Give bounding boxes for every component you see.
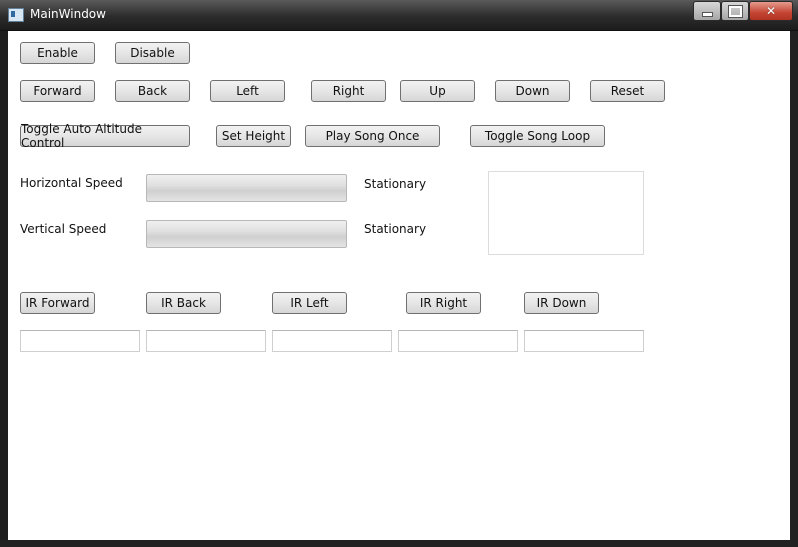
ir-left-button[interactable]: IR Left (272, 292, 347, 314)
main-window: MainWindow ✕ Enable Disable Forward Back… (0, 0, 798, 547)
play-song-once-button[interactable]: Play Song Once (305, 125, 440, 147)
ir-back-field[interactable] (146, 330, 266, 352)
minimize-button[interactable] (693, 1, 721, 21)
ir-right-field[interactable] (398, 330, 518, 352)
up-button[interactable]: Up (400, 80, 475, 102)
toggle-auto-altitude-button[interactable]: Toggle Auto Altitude Control (20, 122, 190, 150)
ir-right-button[interactable]: IR Right (406, 292, 481, 314)
title-bar[interactable]: MainWindow ✕ (0, 0, 798, 31)
forward-button[interactable]: Forward (20, 80, 95, 102)
toggle-song-loop-button[interactable]: Toggle Song Loop (470, 125, 605, 147)
set-height-button[interactable]: Set Height (216, 125, 291, 147)
window-title: MainWindow (30, 7, 106, 21)
vertical-speed-label: Vertical Speed (20, 222, 107, 236)
ir-back-button[interactable]: IR Back (146, 292, 221, 314)
client-area: Enable Disable Forward Back Left Right U… (8, 31, 790, 540)
ir-down-field[interactable] (524, 330, 644, 352)
caption-buttons: ✕ (693, 1, 793, 21)
close-button[interactable]: ✕ (749, 1, 793, 21)
vertical-speed-bar (146, 220, 347, 248)
display-box (488, 171, 644, 255)
window-frame-bottom (0, 540, 798, 547)
reset-button[interactable]: Reset (590, 80, 665, 102)
window-frame-right (790, 31, 798, 547)
ir-forward-button[interactable]: IR Forward (20, 292, 95, 314)
horizontal-speed-status: Stationary (364, 177, 427, 191)
left-button[interactable]: Left (210, 80, 285, 102)
enable-button[interactable]: Enable (20, 42, 95, 64)
minimize-icon (701, 11, 713, 17)
back-button[interactable]: Back (115, 80, 190, 102)
horizontal-speed-label: Horizontal Speed (20, 176, 123, 190)
app-icon (8, 8, 24, 22)
right-button[interactable]: Right (311, 80, 386, 102)
maximize-button[interactable] (721, 1, 749, 21)
ir-down-button[interactable]: IR Down (524, 292, 599, 314)
close-icon: ✕ (765, 4, 777, 18)
disable-button[interactable]: Disable (115, 42, 190, 64)
down-button[interactable]: Down (495, 80, 570, 102)
vertical-speed-status: Stationary (364, 222, 427, 236)
ir-left-field[interactable] (272, 330, 392, 352)
horizontal-speed-bar (146, 174, 347, 202)
ir-forward-field[interactable] (20, 330, 140, 352)
maximize-icon (727, 4, 743, 18)
